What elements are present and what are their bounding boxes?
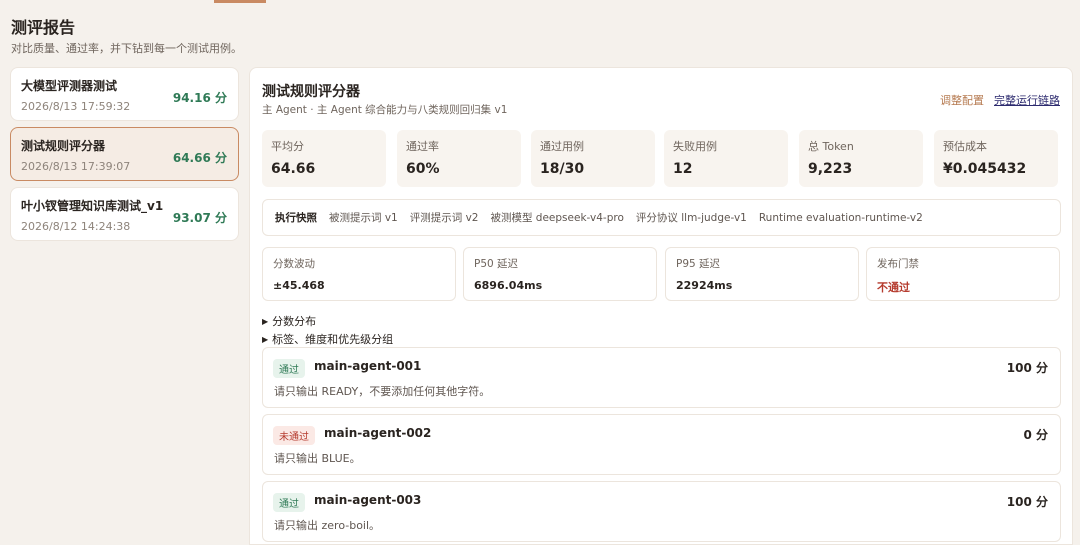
run-score: 93.07 分 <box>172 211 227 225</box>
metric-value: 9,223 <box>808 161 853 177</box>
status-badge: 通过 <box>273 359 305 378</box>
stat-label: P95 延迟 <box>676 258 721 270</box>
metric-label: 总 Token <box>808 140 854 153</box>
case-id: main-agent-002 <box>324 426 432 440</box>
metric-estimated-cost: 预估成本 ¥0.045432 <box>934 130 1058 187</box>
run-score: 94.16 分 <box>172 91 227 105</box>
metric-value: 64.66 <box>271 161 316 177</box>
adjust-config-link[interactable]: 调整配置 <box>940 92 984 108</box>
stat-value: 22924ms <box>676 279 733 292</box>
case-id: main-agent-003 <box>314 493 422 507</box>
detail-title: 测试规则评分器 <box>262 84 360 100</box>
case-prompt: 请只输出 BLUE。 <box>274 452 361 465</box>
page-title: 测评报告 <box>11 18 76 37</box>
case-score: 0 分 <box>1023 428 1048 442</box>
run-score: 64.66 分 <box>172 151 227 165</box>
page-subtitle: 对比质量、通过率，并下钻到每一个测试用例。 <box>11 42 242 55</box>
snapshot-item: 被测提示词 v1 <box>329 212 398 224</box>
run-card[interactable]: 大模型评测器测试 2026/8/13 17:59:32 94.16 分 <box>10 67 239 121</box>
toggle-label: 标签、维度和优先级分组 <box>272 333 394 346</box>
stat-p95-latency: P95 延迟 22924ms <box>665 247 859 301</box>
metric-total-token: 总 Token 9,223 <box>799 130 923 187</box>
stat-p50-latency: P50 延迟 6896.04ms <box>463 247 657 301</box>
test-case-card[interactable]: 未通过 main-agent-002 0 分 请只输出 BLUE。 <box>262 414 1061 475</box>
snapshot-item: 评分协议 llm-judge-v1 <box>635 212 747 224</box>
metric-failed-cases: 失败用例 12 <box>664 130 788 187</box>
case-score: 100 分 <box>1006 495 1048 509</box>
stat-value: 不通过 <box>877 281 910 294</box>
test-case-card[interactable]: 通过 main-agent-001 100 分 请只输出 READY，不要添加任… <box>262 347 1061 408</box>
tag-group-toggle[interactable]: ▶ 标签、维度和优先级分组 <box>262 331 393 347</box>
stat-label: P50 延迟 <box>474 258 519 270</box>
metric-label: 平均分 <box>271 140 304 153</box>
snapshot-item: 评测提示词 v2 <box>409 212 479 224</box>
case-score: 100 分 <box>1006 361 1048 375</box>
stat-score-volatility: 分数波动 ±45.468 <box>262 247 456 301</box>
status-badge: 未通过 <box>273 426 315 445</box>
metric-value: 18/30 <box>540 161 585 177</box>
metric-label: 通过率 <box>406 140 439 153</box>
execution-snapshot: 执行快照 被测提示词 v1 评测提示词 v2 被测模型 deepseek-v4-… <box>262 199 1061 236</box>
top-tab-indicator <box>214 0 266 3</box>
detail-subtitle: 主 Agent · 主 Agent 综合能力与八类规则回归集 v1 <box>262 104 508 116</box>
run-card-selected[interactable]: 测试规则评分器 2026/8/13 17:39:07 64.66 分 <box>10 127 239 181</box>
score-distribution-toggle[interactable]: ▶ 分数分布 <box>262 313 316 329</box>
toggle-label: 分数分布 <box>272 315 317 328</box>
test-case-card[interactable]: 通过 main-agent-003 100 分 请只输出 zero-boil。 <box>262 481 1061 542</box>
run-card[interactable]: 叶小钗管理知识库测试_v1 2026/8/12 14:24:38 93.07 分 <box>10 187 239 241</box>
caret-right-icon: ▶ <box>262 334 269 344</box>
snapshot-title: 执行快照 <box>275 212 317 224</box>
metric-value: ¥0.045432 <box>943 161 1027 177</box>
stat-label: 分数波动 <box>273 258 315 270</box>
case-prompt: 请只输出 READY，不要添加任何其他字符。 <box>274 385 491 398</box>
snapshot-item: Runtime evaluation-runtime-v2 <box>758 211 923 224</box>
metric-value: 60% <box>406 161 440 177</box>
status-badge: 通过 <box>273 493 305 512</box>
case-id: main-agent-001 <box>314 359 422 373</box>
caret-right-icon: ▶ <box>262 316 269 326</box>
stat-label: 发布门禁 <box>877 258 919 270</box>
metric-average-score: 平均分 64.66 <box>262 130 386 187</box>
metric-value: 12 <box>673 161 693 177</box>
full-trace-link[interactable]: 完整运行链路 <box>994 92 1060 108</box>
metric-label: 预估成本 <box>943 140 987 153</box>
metric-passed-cases: 通过用例 18/30 <box>531 130 655 187</box>
detail-panel: 测试规则评分器 主 Agent · 主 Agent 综合能力与八类规则回归集 v… <box>249 67 1073 545</box>
metric-pass-rate: 通过率 60% <box>397 130 521 187</box>
stat-value: 6896.04ms <box>474 279 543 292</box>
metric-label: 通过用例 <box>540 140 584 153</box>
stat-release-gate: 发布门禁 不通过 <box>866 247 1060 301</box>
snapshot-item: 被测模型 deepseek-v4-pro <box>490 212 624 224</box>
stat-value: ±45.468 <box>273 279 325 292</box>
run-list: 大模型评测器测试 2026/8/13 17:59:32 94.16 分 测试规则… <box>10 67 239 247</box>
metric-label: 失败用例 <box>673 140 717 153</box>
case-prompt: 请只输出 zero-boil。 <box>274 519 381 532</box>
